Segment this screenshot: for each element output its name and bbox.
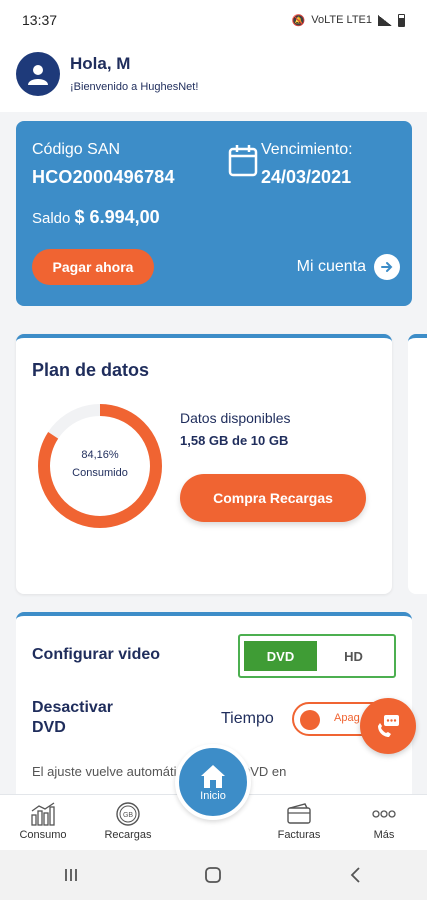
nav-recargas[interactable]: GB Recargas — [93, 799, 163, 841]
consumed-label: Consumido — [72, 467, 128, 479]
signal-icon — [378, 14, 392, 26]
welcome-text: ¡Bienvenido a HughesNet! — [70, 81, 199, 93]
buy-recharge-button[interactable]: Compra Recargas — [180, 474, 366, 522]
balance-value: $ 6.994,00 — [74, 207, 160, 227]
avatar[interactable] — [16, 52, 60, 96]
calendar-icon — [228, 145, 258, 177]
option-dvd[interactable]: DVD — [244, 641, 317, 671]
san-label: Código SAN — [32, 141, 121, 158]
video-title: Configurar video — [32, 646, 161, 663]
battery-icon — [398, 13, 405, 27]
available-data-value: 1,58 GB de 10 GB — [180, 433, 289, 448]
home-icon — [201, 765, 225, 788]
bar-chart-icon — [31, 802, 55, 826]
due-date-label: Vencimiento: — [261, 141, 353, 158]
home-button[interactable]: Inicio — [175, 744, 251, 820]
disable-dvd-label: Desactivar DVD — [32, 699, 113, 736]
system-nav-bar — [0, 850, 427, 900]
nav-recargas-label: Recargas — [104, 829, 152, 841]
mute-icon: 🔕 — [291, 14, 306, 27]
nav-facturas[interactable]: Facturas — [264, 799, 334, 841]
header: Hola, M ¡Bienvenido a HughesNet! — [0, 40, 427, 112]
nav-consumo[interactable]: Consumo — [8, 799, 78, 841]
nav-inicio[interactable]: Inicio — [175, 744, 251, 840]
nav-consumo-label: Consumo — [19, 829, 67, 841]
video-quality-toggle: DVD HD — [238, 634, 396, 678]
arrow-right-icon — [374, 254, 400, 280]
data-plan-card: Plan de datos 84,16% Consumido Datos dis… — [16, 334, 392, 594]
status-time: 13:37 — [22, 12, 58, 28]
san-value: HCO2000496784 — [32, 167, 175, 187]
balance-label: Saldo — [32, 210, 71, 227]
recent-apps-icon[interactable] — [61, 865, 81, 885]
consumed-percent: 84,16% — [81, 449, 119, 461]
donut-label: 84,16% Consumido — [34, 446, 166, 482]
status-icons: 🔕 VoLTE LTE1 — [291, 13, 405, 27]
system-home-icon[interactable] — [203, 865, 223, 885]
option-hd[interactable]: HD — [317, 641, 390, 671]
greeting: Hola, M — [70, 54, 131, 73]
svg-text:GB: GB — [123, 812, 133, 819]
user-icon — [28, 65, 48, 85]
balance: Saldo $ 6.994,00 — [32, 207, 160, 228]
next-card-peek[interactable] — [408, 334, 427, 594]
nav-mas-label: Más — [373, 829, 395, 841]
plan-title: Plan de datos — [32, 360, 150, 380]
wallet-icon — [287, 803, 311, 824]
due-date-value: 24/03/2021 — [261, 167, 352, 187]
status-bar: 13:37 🔕 VoLTE LTE1 — [0, 0, 427, 40]
switch-knob — [300, 710, 320, 730]
nav-inicio-label: Inicio — [200, 790, 226, 802]
nav-facturas-label: Facturas — [277, 829, 321, 841]
my-account-link[interactable]: Mi cuenta — [297, 254, 400, 280]
account-card: Código SAN HCO2000496784 Vencimiento: 24… — [16, 121, 412, 306]
more-icon — [372, 810, 396, 818]
network-label: VoLTE LTE1 — [311, 14, 372, 26]
my-account-label: Mi cuenta — [296, 258, 366, 275]
time-label: Tiempo — [221, 710, 274, 727]
pay-now-button[interactable]: Pagar ahora — [32, 249, 154, 285]
available-data-label: Datos disponibles — [180, 410, 291, 426]
switch-label: Apag — [334, 712, 360, 724]
back-icon[interactable] — [346, 865, 366, 885]
chat-phone-icon — [378, 715, 399, 737]
gb-icon: GB — [116, 802, 140, 826]
chat-button[interactable] — [360, 698, 416, 754]
nav-mas[interactable]: Más — [349, 799, 419, 841]
